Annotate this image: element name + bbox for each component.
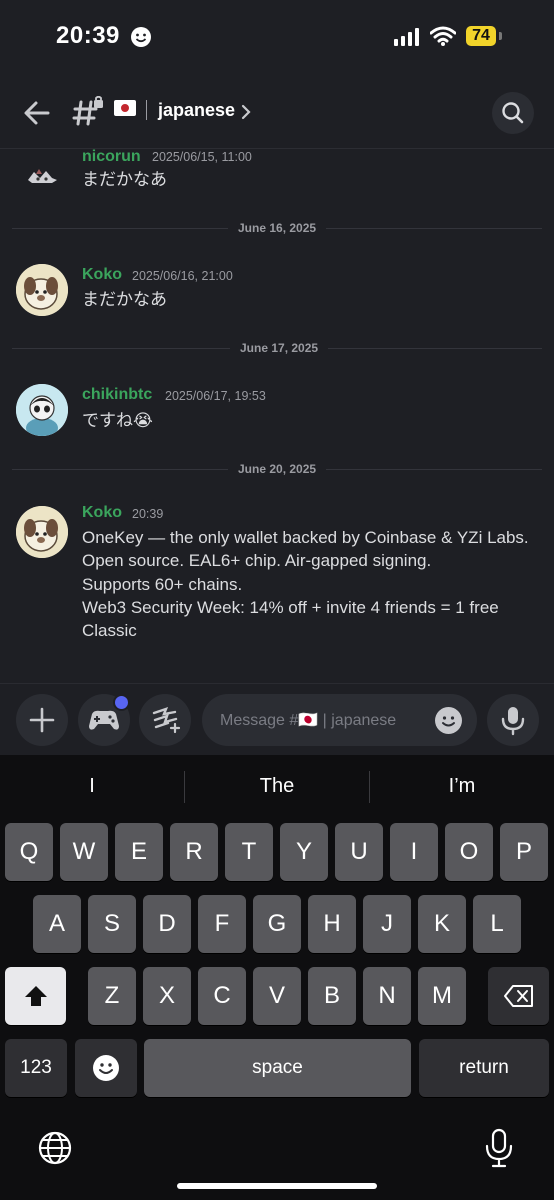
- key-n[interactable]: N: [363, 967, 411, 1025]
- channel-header: japanese: [0, 76, 554, 149]
- channel-name[interactable]: japanese: [158, 100, 235, 121]
- timestamp: 20:39: [132, 507, 164, 521]
- backspace-icon: [503, 985, 533, 1007]
- shift-key[interactable]: [5, 967, 66, 1025]
- emoji-face-icon: [93, 1055, 119, 1081]
- key-d[interactable]: D: [143, 895, 191, 953]
- date-divider-label: June 17, 2025: [230, 341, 329, 355]
- space-key[interactable]: space: [144, 1039, 411, 1097]
- key-k[interactable]: K: [418, 895, 466, 953]
- focus-smile-icon: [131, 27, 151, 47]
- avatar[interactable]: [16, 150, 68, 202]
- avatar[interactable]: [16, 384, 68, 436]
- key-u[interactable]: U: [335, 823, 383, 881]
- status-bar: 20:39 74: [0, 0, 554, 76]
- on-screen-keyboard: I The I’m Q W E R T Y U I O P A S D F G …: [0, 755, 554, 1200]
- shift-arrow-icon: [24, 986, 47, 1006]
- suggestion-divider: [369, 771, 370, 803]
- key-i[interactable]: I: [390, 823, 438, 881]
- add-attachment-button[interactable]: [16, 694, 68, 746]
- message-placeholder: Message #🇯🇵 | japanese: [220, 712, 397, 729]
- avatar[interactable]: [16, 264, 68, 316]
- key-y[interactable]: Y: [280, 823, 328, 881]
- key-c[interactable]: C: [198, 967, 246, 1025]
- key-h[interactable]: H: [308, 895, 356, 953]
- chevron-right-icon[interactable]: [240, 104, 252, 120]
- locked-channel-hash-icon: [72, 96, 103, 126]
- key-m[interactable]: M: [418, 967, 466, 1025]
- key-p[interactable]: P: [500, 823, 548, 881]
- username[interactable]: Koko: [82, 504, 122, 522]
- suggestion-1[interactable]: I: [2, 775, 182, 798]
- key-x[interactable]: X: [143, 967, 191, 1025]
- message-body: OneKey — the only wallet backed by Coinb…: [82, 526, 542, 642]
- search-button[interactable]: [492, 92, 534, 134]
- battery-indicator: 74: [466, 26, 496, 46]
- channel-separator: [146, 100, 147, 120]
- numbers-key[interactable]: 123: [5, 1039, 67, 1097]
- username[interactable]: chikinbtc: [82, 386, 152, 404]
- smiley-face-icon: [442, 716, 455, 727]
- message-text: まだかなあ: [82, 170, 167, 189]
- emoji-button[interactable]: [435, 707, 462, 734]
- emoji-key[interactable]: [75, 1039, 137, 1097]
- key-e[interactable]: E: [115, 823, 163, 881]
- back-arrow-icon[interactable]: [18, 96, 56, 130]
- voice-message-button[interactable]: [487, 694, 539, 746]
- key-g[interactable]: G: [253, 895, 301, 953]
- suggestion-divider: [184, 771, 185, 803]
- home-indicator[interactable]: [177, 1183, 377, 1189]
- key-l[interactable]: L: [473, 895, 521, 953]
- key-o[interactable]: O: [445, 823, 493, 881]
- message-line: Web3 Security Week: 14% off + invite 4 f…: [82, 597, 499, 617]
- apps-button[interactable]: [139, 694, 191, 746]
- avatar[interactable]: [16, 506, 68, 558]
- key-q[interactable]: Q: [5, 823, 53, 881]
- dictation-microphone-icon[interactable]: [483, 1128, 515, 1168]
- key-a[interactable]: A: [33, 895, 81, 953]
- globe-icon[interactable]: [37, 1130, 73, 1166]
- suggestion-2[interactable]: The: [187, 775, 367, 798]
- message-line: Open source. EAL6+ chip. Air-gapped sign…: [82, 551, 432, 571]
- wifi-icon: [430, 26, 456, 46]
- key-r[interactable]: R: [170, 823, 218, 881]
- key-f[interactable]: F: [198, 895, 246, 953]
- key-b[interactable]: B: [308, 967, 356, 1025]
- timestamp: 2025/06/15, 11:00: [152, 150, 252, 164]
- key-t[interactable]: T: [225, 823, 273, 881]
- timestamp: 2025/06/16, 21:00: [132, 269, 233, 283]
- message-line: Supports 60+ chains.: [82, 574, 243, 594]
- username[interactable]: Koko: [82, 266, 122, 284]
- message-list[interactable]: nicorun 2025/06/15, 11:00 まだかなあ June 16,…: [0, 148, 554, 683]
- message-line: Classic: [82, 621, 137, 641]
- search-icon: [502, 102, 524, 124]
- microphone-icon: [501, 707, 525, 736]
- message-line: OneKey — the only wallet backed by Coinb…: [82, 528, 529, 547]
- date-divider-label: June 20, 2025: [228, 462, 327, 476]
- status-time: 20:39: [56, 22, 120, 49]
- japan-flag-icon: [114, 100, 136, 116]
- message-composer: Message #🇯🇵 | japanese: [0, 683, 554, 756]
- suggestion-3[interactable]: I’m: [372, 775, 552, 798]
- message-input[interactable]: Message #🇯🇵 | japanese: [202, 694, 477, 746]
- key-j[interactable]: J: [363, 895, 411, 953]
- cellular-signal-icon: [394, 28, 419, 46]
- plus-icon: [29, 707, 55, 733]
- backspace-key[interactable]: [488, 967, 549, 1025]
- battery-tip: [499, 32, 502, 40]
- return-key[interactable]: return: [419, 1039, 549, 1097]
- key-w[interactable]: W: [60, 823, 108, 881]
- message-text: まだかなあ: [82, 290, 167, 309]
- timestamp: 2025/06/17, 19:53: [165, 389, 266, 403]
- date-divider-label: June 16, 2025: [228, 221, 327, 235]
- key-s[interactable]: S: [88, 895, 136, 953]
- username[interactable]: nicorun: [82, 148, 141, 166]
- message-text: ですね😭: [82, 411, 153, 430]
- notification-dot: [113, 694, 130, 711]
- key-z[interactable]: Z: [88, 967, 136, 1025]
- key-v[interactable]: V: [253, 967, 301, 1025]
- sparkle-apps-icon: [152, 707, 181, 734]
